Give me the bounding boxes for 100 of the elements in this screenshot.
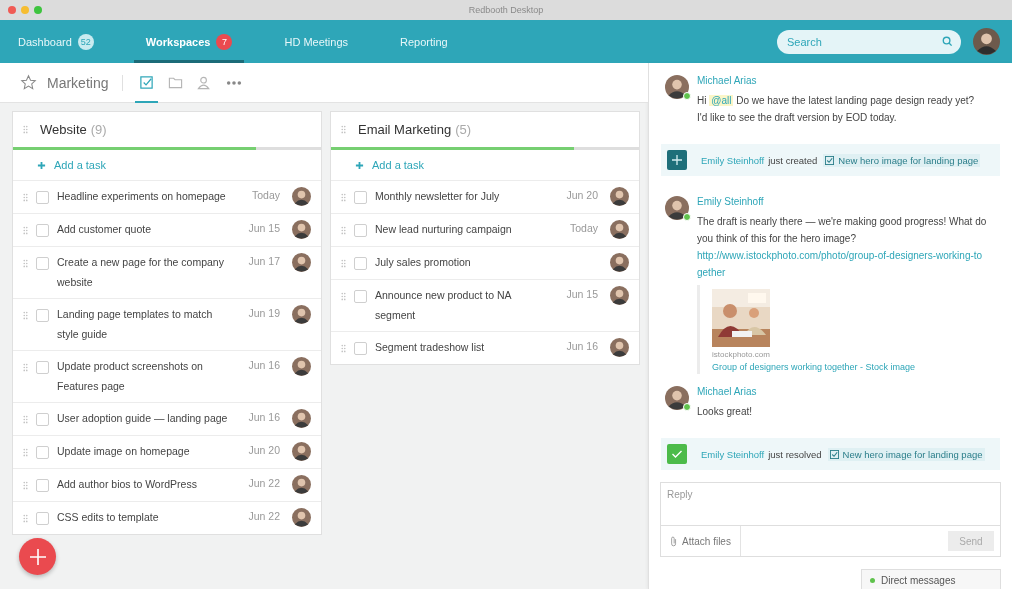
message-text: I'd like to see the draft version by EOD today.	[697, 111, 897, 125]
search-icon[interactable]	[942, 36, 953, 47]
task-title[interactable]: Create a new page for the company website	[57, 252, 233, 292]
preview-link[interactable]: Group of designers working together - Stock image	[712, 362, 916, 372]
drag-handle-icon[interactable]	[23, 226, 28, 235]
drag-handle-icon[interactable]	[23, 448, 28, 457]
search-input[interactable]: Search	[785, 34, 942, 49]
author-name[interactable]: Emily Steinhoff	[697, 196, 764, 207]
drag-handle-icon[interactable]	[341, 292, 346, 301]
task-checkbox[interactable]	[36, 257, 49, 270]
direct-messages-tab[interactable]: Direct messages	[861, 569, 1001, 589]
add-task-button[interactable]: Add a task	[13, 150, 106, 180]
nav-tab[interactable]: HD Meetings	[272, 20, 360, 63]
avatar-icon	[292, 305, 311, 324]
author-name[interactable]: Emily Steinhoff	[701, 154, 765, 166]
window-title: Redbooth Desktop	[468, 5, 544, 15]
attach-files-button[interactable]: Attach files	[661, 526, 741, 556]
drag-handle-icon[interactable]	[23, 311, 28, 320]
task-title[interactable]: Monthly newsletter for July	[375, 186, 551, 206]
task-title[interactable]: July sales promotion	[375, 252, 551, 272]
drag-handle-icon[interactable]	[23, 259, 28, 268]
drag-handle-icon[interactable]	[23, 481, 28, 490]
avatar-icon	[610, 338, 629, 357]
avatar-icon	[665, 75, 689, 99]
avatar-icon	[292, 475, 311, 494]
mention-link[interactable]: @all	[709, 95, 734, 106]
due-date: Jun 17	[248, 255, 281, 267]
task-title[interactable]: CSS edits to template	[57, 507, 233, 527]
message-text: Looks great!	[697, 405, 753, 419]
list-title: Website	[40, 122, 87, 137]
activity-text: just resolved	[768, 448, 822, 460]
minimize-window-icon[interactable]	[21, 6, 29, 14]
close-window-icon[interactable]	[8, 6, 16, 14]
drag-handle-icon[interactable]	[341, 125, 346, 134]
task-checkbox[interactable]	[36, 413, 49, 426]
drag-handle-icon[interactable]	[23, 193, 28, 202]
drag-handle-icon[interactable]	[341, 193, 346, 202]
author-name[interactable]: Emily Steinhoff	[701, 448, 765, 460]
author-name[interactable]: Michael Arias	[697, 386, 757, 397]
search-field[interactable]: Search	[777, 29, 961, 54]
task-count: (9)	[90, 122, 107, 137]
drag-handle-icon[interactable]	[341, 259, 346, 268]
check-icon	[667, 444, 687, 464]
task-checkbox[interactable]	[36, 512, 49, 525]
task-checkbox[interactable]	[36, 446, 49, 459]
task-title[interactable]: Add customer quote	[57, 219, 233, 239]
task-title[interactable]: Add author bios to WordPress	[57, 474, 233, 494]
zoom-window-icon[interactable]	[34, 6, 42, 14]
due-date: Jun 19	[248, 307, 281, 319]
drag-handle-icon[interactable]	[23, 514, 28, 523]
task-checkbox[interactable]	[354, 224, 367, 237]
avatar-icon	[610, 253, 629, 272]
task-checkbox[interactable]	[354, 342, 367, 355]
task-title[interactable]: Landing page templates to match style guide	[57, 304, 233, 344]
reply-field[interactable]: Reply	[660, 482, 1001, 526]
link-source: istockphoto.com	[712, 350, 770, 359]
avatar-icon	[292, 357, 311, 376]
task-checkbox[interactable]	[354, 257, 367, 270]
due-date: Jun 22	[248, 477, 281, 489]
task-checkbox[interactable]	[36, 224, 49, 237]
message-text: Hi @all Do we have the latest landing page design ready yet?	[697, 94, 975, 108]
task-link[interactable]: New hero image for landing page	[823, 153, 981, 167]
user-avatar-icon[interactable]	[973, 28, 1000, 55]
avatar-icon	[292, 409, 311, 428]
task-title[interactable]: Announce new product to NA segment	[375, 285, 551, 325]
avatar-icon	[292, 253, 311, 272]
avatar-icon	[292, 442, 311, 461]
task-link[interactable]: New hero image for landing page	[827, 447, 985, 461]
task-title[interactable]: Update product screenshots on Features page	[57, 356, 233, 396]
task-checkbox[interactable]	[36, 479, 49, 492]
author-name[interactable]: Michael Arias	[697, 75, 757, 86]
task-checkbox[interactable]	[36, 191, 49, 204]
drag-handle-icon[interactable]	[341, 344, 346, 353]
task-checkbox[interactable]	[354, 290, 367, 303]
task-title[interactable]: User adoption guide — landing page	[57, 408, 233, 428]
nav-tab[interactable]: Reporting	[388, 20, 460, 63]
task-title[interactable]: Headline experiments on homepage	[57, 186, 233, 206]
drag-handle-icon[interactable]	[341, 226, 346, 235]
list-title: Email Marketing	[358, 122, 452, 137]
due-date: Today	[251, 189, 281, 201]
more-icon[interactable]	[226, 79, 243, 86]
task-checkbox[interactable]	[36, 309, 49, 322]
task-title[interactable]: Update image on homepage	[57, 441, 233, 461]
avatar-icon	[610, 286, 629, 305]
checkbox-icon	[139, 75, 155, 90]
add-button[interactable]	[19, 538, 56, 575]
drag-handle-icon[interactable]	[23, 125, 28, 134]
task-title[interactable]: New lead nurturing campaign	[375, 219, 551, 239]
drag-handle-icon[interactable]	[23, 363, 28, 372]
task-checkbox[interactable]	[36, 361, 49, 374]
url-link[interactable]: http://www.istockphoto.com/photo/group-of-designers-working-together	[697, 247, 987, 281]
nav-tab[interactable]: Dashboard 52	[6, 20, 106, 63]
plus-icon	[27, 546, 48, 567]
task-title[interactable]: Segment tradeshow list	[375, 337, 551, 357]
due-date: Today	[569, 222, 599, 234]
message-text: The draft is nearly there — we're making good progress! What do you think of this for the hero image?	[697, 215, 988, 246]
add-task-button[interactable]: Add a task	[331, 150, 424, 180]
star-icon[interactable]	[20, 74, 37, 91]
task-checkbox[interactable]	[354, 191, 367, 204]
drag-handle-icon[interactable]	[23, 415, 28, 424]
